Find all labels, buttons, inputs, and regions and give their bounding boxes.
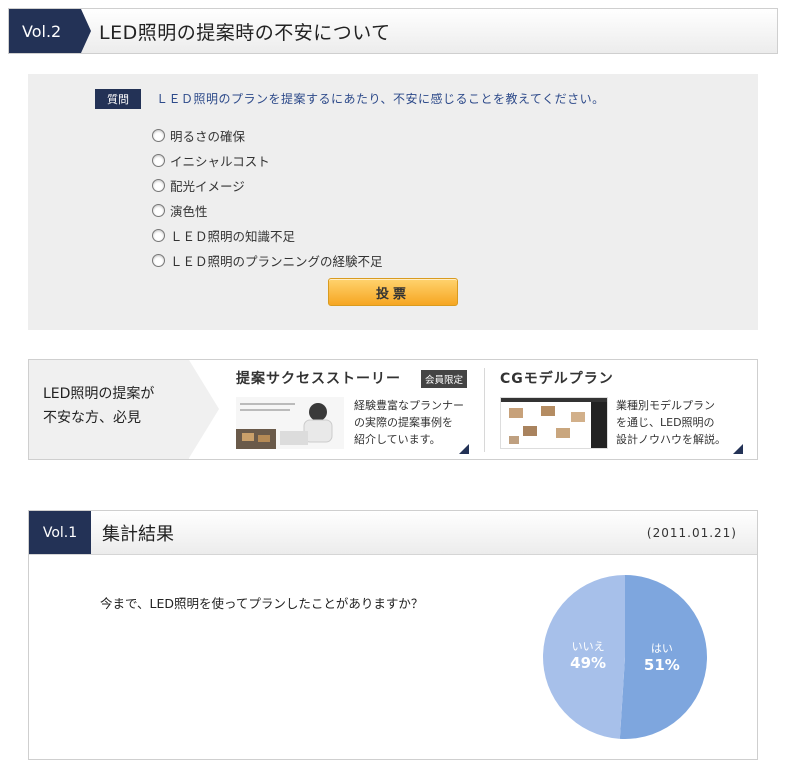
story-desc-line: 紹介しています。 [354, 433, 441, 446]
vol1-title: 集計結果 [102, 523, 174, 545]
radio-button[interactable] [152, 253, 165, 267]
cg-model-plan-thumbnail[interactable] [500, 397, 608, 449]
radio-button[interactable] [152, 128, 165, 142]
story-desc-line: 経験豊富なプランナー [354, 399, 464, 412]
poll-option-label: イニシャルコスト [170, 153, 270, 169]
poll-option-label: ＬＥＤ照明のプランニングの経験不足 [170, 253, 383, 269]
pie-slice-label: いいえ [572, 640, 605, 653]
question-text: ＬＥＤ照明のプランを提案するにあたり、不安に感じることを教えてください。 [156, 92, 605, 106]
poll-option[interactable]: ＬＥＤ照明のプランニングの経験不足 [152, 250, 383, 270]
banner-lead-line2: 不安な方、必見 [43, 410, 141, 426]
corner-arrow-icon[interactable] [733, 444, 743, 454]
success-story-link[interactable]: 提案サクセスストーリー [236, 368, 401, 388]
banner-divider [484, 368, 485, 452]
poll-option-label: 明るさの確保 [170, 128, 246, 144]
pie-slice-value: 49% [570, 654, 606, 672]
banner-lead-line1: LED照明の提案が [43, 386, 155, 402]
results-pie-chart: はい51% いいえ49% [543, 575, 708, 739]
story-desc-line: の実際の提案事例を [354, 416, 453, 429]
cg-desc-line: 設計ノウハウを解説。 [616, 433, 726, 446]
results-panel: Vol.1 集計結果 (2011.01.21) 今まで、LED照明を使ってプラン… [28, 510, 758, 760]
poll-option[interactable]: ＬＥＤ照明の知識不足 [152, 225, 295, 245]
poll-option[interactable]: 演色性 [152, 200, 208, 220]
success-story-description: 経験豊富なプランナー の実際の提案事例を 紹介しています。 [354, 397, 464, 448]
banner-lead-arrow [189, 360, 219, 458]
poll-option[interactable]: 明るさの確保 [152, 125, 245, 145]
poll-option[interactable]: イニシャルコスト [152, 150, 270, 170]
success-story-thumbnail[interactable] [236, 397, 344, 449]
poll-option-label: 配光イメージ [170, 178, 245, 194]
vol2-title: LED照明の提案時の不安について [99, 21, 391, 44]
poll-box: 質問 ＬＥＤ照明のプランを提案するにあたり、不安に感じることを教えてください。 … [28, 74, 758, 330]
radio-button[interactable] [152, 153, 165, 167]
radio-button[interactable] [152, 203, 165, 217]
radio-button[interactable] [152, 178, 165, 192]
members-only-badge: 会員限定 [421, 370, 468, 388]
pie-slice-label: はい [651, 642, 673, 655]
vol2-tab-arrow [81, 9, 91, 53]
promo-banner: LED照明の提案が 不安な方、必見 提案サクセスストーリー 会員限定 経験豊富な… [28, 359, 758, 460]
question-badge: 質問 [95, 89, 141, 109]
poll-option[interactable]: 配光イメージ [152, 175, 245, 195]
vol2-header: Vol.2 LED照明の提案時の不安について [8, 8, 778, 54]
pie-slice-value: 51% [644, 656, 680, 674]
results-date: (2011.01.21) [646, 525, 737, 540]
poll-option-label: ＬＥＤ照明の知識不足 [170, 228, 296, 244]
cg-model-plan-description: 業種別モデルプラン を通じ、LED照明の 設計ノウハウを解説。 [616, 397, 726, 448]
cg-desc-line: を通じ、LED照明の [616, 416, 715, 429]
vol2-tab: Vol.2 [9, 9, 81, 53]
poll-option-label: 演色性 [170, 203, 208, 219]
cg-desc-line: 業種別モデルプラン [616, 399, 715, 412]
vol1-header: Vol.1 集計結果 (2011.01.21) [29, 511, 757, 555]
cg-model-plan-link[interactable]: CGモデルプラン [500, 368, 614, 388]
radio-button[interactable] [152, 228, 165, 242]
corner-arrow-icon[interactable] [459, 444, 469, 454]
banner-lead-text: LED照明の提案が 不安な方、必見 [43, 382, 154, 430]
vote-button[interactable]: 投票 [328, 278, 458, 306]
vol1-tab: Vol.1 [29, 511, 91, 554]
results-question: 今まで、LED照明を使ってプランしたことがありますか？ [100, 596, 424, 611]
